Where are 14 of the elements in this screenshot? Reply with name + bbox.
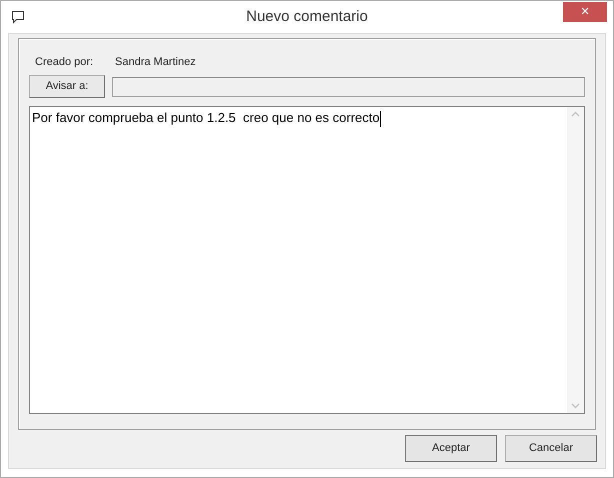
comment-text: Por favor comprueba el punto 1.2.5 creo que no es correcto bbox=[32, 110, 380, 125]
comment-icon bbox=[11, 10, 25, 24]
scroll-up-icon[interactable] bbox=[571, 111, 580, 117]
notify-field[interactable] bbox=[112, 76, 585, 96]
created-by-label: Creado por: bbox=[35, 54, 94, 70]
comment-field[interactable]: Por favor comprueba el punto 1.2.5 creo que no es correcto bbox=[29, 106, 585, 414]
cancel-button[interactable]: Cancelar bbox=[505, 435, 597, 462]
window-title: Nuevo comentario bbox=[246, 6, 368, 27]
close-button[interactable]: ✕ bbox=[563, 2, 607, 22]
created-by-value: Sandra Martinez bbox=[115, 54, 196, 70]
accept-button[interactable]: Aceptar bbox=[405, 435, 497, 462]
notify-button[interactable]: Avisar a: bbox=[29, 75, 105, 98]
scrollbar[interactable] bbox=[567, 107, 584, 413]
scroll-down-icon[interactable] bbox=[571, 403, 580, 409]
